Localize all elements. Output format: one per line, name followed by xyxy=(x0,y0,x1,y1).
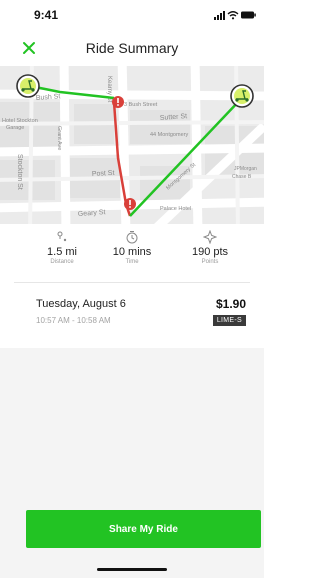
vehicle-badge: LIME-S xyxy=(212,315,246,326)
divider xyxy=(14,282,250,283)
status-bar: 9:41 xyxy=(0,0,264,28)
stat-distance: 1.5 mi Distance xyxy=(22,230,102,265)
cellular-signal-icon xyxy=(214,11,225,20)
home-indicator[interactable] xyxy=(97,568,167,571)
wifi-icon xyxy=(227,11,239,20)
points-star-icon xyxy=(203,230,217,244)
share-ride-button[interactable]: Share My Ride xyxy=(26,510,261,548)
route-map[interactable]: Bush St Sutter St Post St Geary St Stock… xyxy=(0,66,264,224)
distance-value: 1.5 mi xyxy=(47,246,77,258)
time-label: Time xyxy=(125,259,139,265)
place-label: Hotel Stockton xyxy=(2,118,38,124)
points-label: Points xyxy=(201,259,219,265)
stat-time: 10 mins Time xyxy=(92,230,172,265)
trip-time-range: 10:57 AM - 10:58 AM xyxy=(36,316,111,325)
status-icons xyxy=(214,11,256,20)
place-label: JPMorgan xyxy=(234,166,257,172)
ride-stats: 1.5 mi Distance 10 mins Time 190 pts Poi… xyxy=(0,230,264,278)
street-label: Grant Ave xyxy=(56,126,62,150)
scooter-end-marker-icon xyxy=(230,84,254,108)
stat-points: 190 pts Points xyxy=(170,230,250,265)
place-label: 3 Bush Street xyxy=(124,102,158,108)
place-label: Garage xyxy=(6,125,24,131)
status-time: 9:41 xyxy=(34,8,59,22)
street-label: Stockton St xyxy=(16,154,23,190)
map-canvas: Bush St Sutter St Post St Geary St Stock… xyxy=(0,66,264,224)
trip-details: Tuesday, August 6 10:57 AM - 10:58 AM $1… xyxy=(0,292,264,340)
trip-price: $1.90 xyxy=(215,297,246,311)
place-label: Palace Hotel xyxy=(160,206,191,212)
place-label: 44 Montgomery xyxy=(150,132,188,138)
trip-date: Tuesday, August 6 xyxy=(36,298,126,310)
page-title: Ride Summary xyxy=(85,40,179,56)
distance-label: Distance xyxy=(50,259,74,265)
street-label: Post St xyxy=(92,170,115,178)
battery-icon xyxy=(241,11,256,19)
place-label: Chase B xyxy=(232,174,252,180)
points-value: 190 pts xyxy=(191,246,229,258)
header: Ride Summary xyxy=(0,34,264,62)
scooter-start-marker-icon xyxy=(16,74,40,98)
clock-icon xyxy=(126,231,138,244)
warning-marker-icon xyxy=(124,198,136,210)
location-pin-icon xyxy=(57,231,67,242)
warning-marker-icon xyxy=(112,96,124,108)
time-value: 10 mins xyxy=(112,246,152,258)
